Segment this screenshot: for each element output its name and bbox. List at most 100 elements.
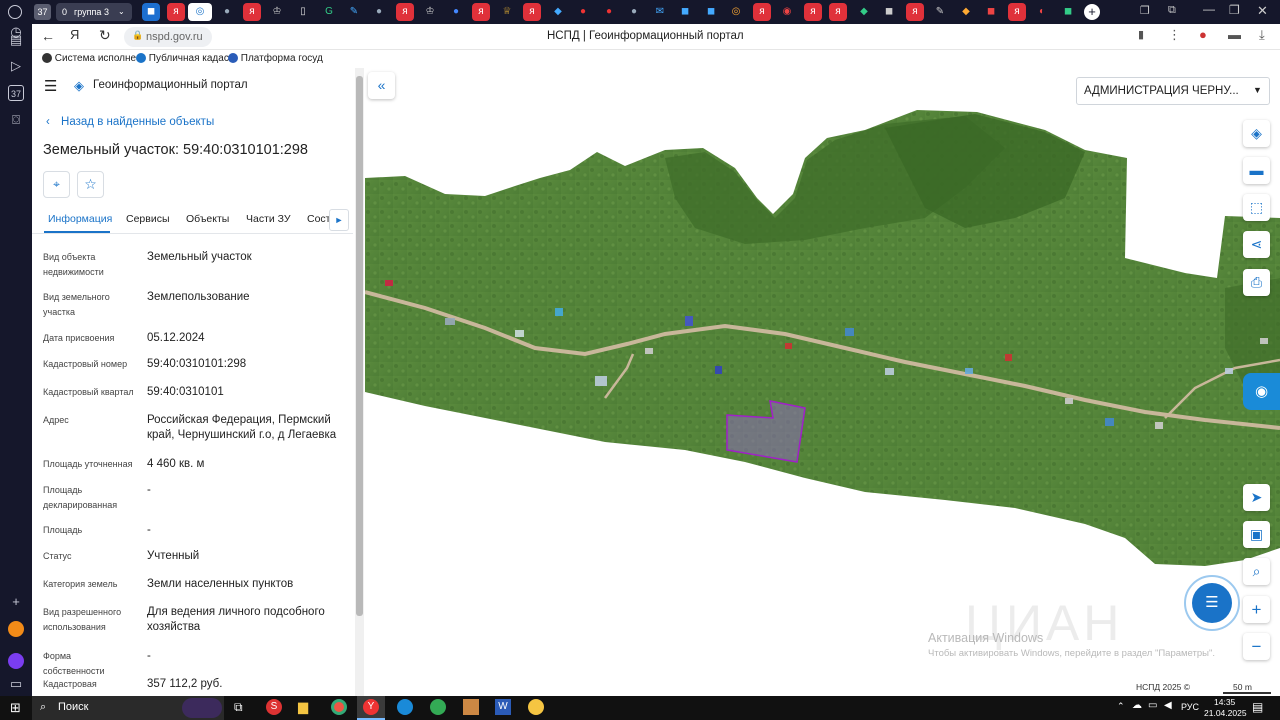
bookmark-item[interactable]: Публичная кадас — [136, 53, 229, 64]
tab-objects[interactable]: Объекты — [186, 213, 229, 225]
layers-button[interactable]: ◈ — [1243, 120, 1270, 147]
chat-button[interactable]: ☰ — [1184, 575, 1240, 631]
app-icon[interactable] — [463, 699, 479, 715]
account-icon[interactable]: ▬ — [1228, 27, 1241, 42]
region-select[interactable]: АДМИНИСТРАЦИЯ ЧЕРНУ... ▼ — [1076, 77, 1270, 105]
tab-favicon[interactable]: ◼ — [880, 3, 898, 21]
bookmark-item[interactable]: Платформа госуд — [228, 53, 323, 64]
tab-favicon[interactable]: я — [906, 3, 924, 21]
back-arrow-icon[interactable]: ← — [41, 28, 55, 44]
search-location-button[interactable]: ⌕ — [1243, 558, 1270, 585]
camera-icon[interactable]: ⌼ — [8, 112, 24, 128]
tab-favicon[interactable]: G — [320, 3, 338, 21]
ruler-button[interactable]: ▬ — [1243, 157, 1270, 184]
play-icon[interactable]: ▷ — [8, 58, 24, 74]
select-area-button[interactable]: ⬚ — [1243, 194, 1270, 221]
zoom-out-button[interactable]: − — [1243, 633, 1270, 660]
back-link[interactable]: ‹ Назад в найденные объекты — [46, 116, 214, 128]
tab-group[interactable]: 0 группа 3 ⌄ — [56, 3, 132, 21]
new-tab-icon[interactable]: + — [1084, 4, 1100, 20]
bookmark-item[interactable]: Система исполне — [42, 53, 136, 64]
tab-favicon[interactable]: ♔ — [421, 3, 439, 21]
my-location-button[interactable]: ➤ — [1243, 484, 1270, 511]
panel-scrollbar[interactable] — [355, 68, 364, 696]
collapse-panel-button[interactable]: « — [368, 72, 395, 99]
maximize-icon[interactable]: ❐ — [1229, 3, 1240, 17]
tab-favicon[interactable]: ▯ — [294, 3, 312, 21]
extension-icon[interactable]: ● — [1199, 27, 1207, 42]
windows-start-icon[interactable]: ⊞ — [10, 700, 21, 716]
tab-counter[interactable]: 37 — [34, 4, 51, 20]
notes-icon[interactable]: ▤ — [8, 32, 24, 48]
file-explorer-icon[interactable]: ▆ — [298, 699, 308, 715]
add-icon[interactable]: + — [8, 594, 24, 610]
tab-services[interactable]: Сервисы — [126, 213, 170, 225]
zoom-in-button[interactable]: + — [1243, 596, 1270, 623]
notifications-icon[interactable]: ▤ — [1252, 700, 1263, 714]
reload-icon[interactable]: ↻ — [99, 27, 111, 44]
tab-favicon[interactable]: ● — [218, 3, 236, 21]
input-language[interactable]: РУС — [1181, 702, 1199, 712]
tab-active[interactable]: ◎ — [188, 3, 212, 21]
tab-favicon[interactable]: ◉ — [778, 3, 796, 21]
tab-favicon[interactable]: ◆ — [855, 3, 873, 21]
share-button[interactable]: ⋖ — [1243, 231, 1270, 258]
tabs-scroll-right-button[interactable]: ► — [329, 209, 349, 231]
app-icon[interactable] — [430, 699, 446, 715]
tab-favicon[interactable]: ● — [625, 3, 643, 21]
tab-favicon[interactable]: ● — [370, 3, 388, 21]
yandex-browser-taskbar-icon[interactable]: Y — [357, 696, 385, 720]
yandex-icon[interactable]: Я — [70, 27, 79, 42]
minimize-icon[interactable]: — — [1203, 2, 1215, 16]
tray-arrow-icon[interactable]: ⌃ — [1117, 701, 1125, 712]
taskbar-search[interactable]: ⌕ Поиск — [32, 696, 224, 720]
tab-favicon[interactable]: ◼ — [702, 3, 720, 21]
tab-favicon[interactable]: ● — [574, 3, 592, 21]
tab-favicon[interactable]: ✎ — [345, 3, 363, 21]
bookmark-icon[interactable]: ▮ — [1138, 28, 1144, 41]
url-field[interactable]: 🔒 nspd.gov.ru — [124, 27, 212, 47]
minimap-button[interactable]: ▣ — [1243, 521, 1270, 548]
tab-favicon[interactable]: я — [243, 3, 261, 21]
alice-icon[interactable] — [8, 653, 24, 669]
tab-favicon[interactable]: ◼ — [142, 3, 160, 21]
tab-favicon[interactable]: я — [753, 3, 771, 21]
tab-favicon[interactable]: ◼ — [1059, 3, 1077, 21]
download-icon[interactable]: ⤓ — [1259, 27, 1265, 43]
tab-favicon[interactable]: ♔ — [268, 3, 286, 21]
clock-date[interactable]: 21.04.2025 — [1204, 708, 1247, 718]
tab-favicon[interactable]: ✎ — [931, 3, 949, 21]
tab-parts[interactable]: Части ЗУ — [246, 213, 291, 225]
favorite-button[interactable]: ☆ — [77, 171, 104, 198]
print-button[interactable]: ⎙ — [1243, 269, 1270, 296]
map-view[interactable]: ЦИАН « АДМИНИСТРАЦИЯ ЧЕРНУ... ▼ ◈ ▬ ⬚ ⋖ … — [365, 68, 1280, 696]
word-icon[interactable]: W — [495, 699, 511, 715]
clock-time[interactable]: 14:35 — [1214, 697, 1235, 707]
edge-icon[interactable] — [397, 699, 413, 715]
tab-favicon[interactable]: я — [1008, 3, 1026, 21]
app-icon[interactable] — [528, 699, 544, 715]
tab-favicon[interactable]: я — [167, 3, 185, 21]
browser-logo-icon[interactable] — [8, 621, 24, 637]
tab-favicon[interactable]: ◎ — [727, 3, 745, 21]
tab-favicon[interactable]: ◆ — [957, 3, 975, 21]
tab-favicon[interactable]: ● — [447, 3, 465, 21]
hamburger-icon[interactable]: ☰ — [44, 77, 57, 95]
tabs-menu-icon[interactable]: ❐ — [1140, 4, 1150, 17]
panel-scrollbar-thumb[interactable] — [356, 76, 363, 616]
volume-icon[interactable]: ◀ — [1164, 700, 1172, 711]
tab-favicon[interactable]: ◼ — [676, 3, 694, 21]
task-view-icon[interactable]: ⧉ — [234, 700, 243, 715]
app-icon[interactable]: S — [266, 699, 282, 715]
tray-icon[interactable]: ☁ — [1132, 700, 1142, 711]
tab-favicon[interactable]: я — [804, 3, 822, 21]
chrome-icon[interactable] — [331, 699, 347, 715]
tab-favicon[interactable]: я — [472, 3, 490, 21]
network-icon[interactable]: ▭ — [1148, 700, 1157, 711]
tab-favicon[interactable]: ◆ — [549, 3, 567, 21]
tab-favicon[interactable]: ◼ — [982, 3, 1000, 21]
tab-favicon[interactable]: я — [523, 3, 541, 21]
tab-favicon[interactable]: ♕ — [498, 3, 516, 21]
calendar-icon[interactable]: 37 — [8, 85, 24, 101]
tab-favicon[interactable]: ● — [600, 3, 618, 21]
